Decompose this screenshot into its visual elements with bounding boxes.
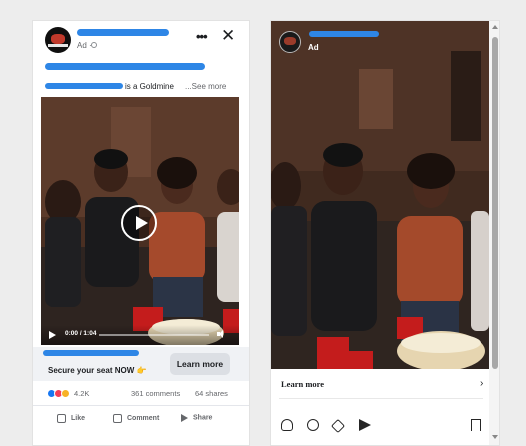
post-image — [271, 21, 489, 369]
comment-icon — [113, 414, 122, 423]
comment-button[interactable]: Comment — [113, 414, 159, 423]
learn-more-button[interactable]: Learn more — [170, 353, 230, 375]
sponsored-label: Ad — [308, 43, 319, 52]
more-options-icon[interactable]: ••• — [196, 29, 208, 44]
scroll-up-icon[interactable] — [492, 25, 498, 29]
comment-icon[interactable] — [307, 419, 319, 431]
send-icon[interactable] — [359, 419, 371, 431]
play-icon[interactable] — [121, 205, 157, 241]
close-icon[interactable]: ✕ — [221, 27, 235, 44]
post-media[interactable]: Ad — [271, 21, 489, 369]
post-header: Ad · ••• ✕ — [33, 21, 249, 57]
chevron-right-icon[interactable]: › — [480, 378, 483, 389]
caption-text: is a Goldmine — [125, 82, 174, 91]
volume-icon[interactable] — [217, 330, 225, 338]
action-bar: Like Comment Share — [33, 405, 249, 434]
share-button[interactable]: Share — [181, 414, 212, 422]
like-label: Like — [71, 415, 86, 422]
video-time: 0:00 / 1:04 — [65, 330, 97, 337]
thumbs-up-icon — [57, 414, 66, 423]
redacted-advertiser-name[interactable] — [309, 31, 379, 37]
advertiser-avatar[interactable] — [279, 31, 301, 53]
redacted-caption-line — [45, 63, 205, 70]
wow-reaction-icon — [61, 389, 70, 398]
share-icon — [181, 414, 188, 422]
redacted-caption-line — [45, 83, 123, 89]
globe-icon — [91, 42, 97, 48]
redacted-headline — [43, 350, 139, 356]
reaction-count[interactable]: 4.2K — [74, 389, 89, 398]
video-controls: 0:00 / 1:04 — [41, 325, 239, 345]
scrollbar-thumb[interactable] — [492, 37, 498, 369]
see-more-link[interactable]: ...See more — [185, 82, 226, 91]
repost-icon[interactable] — [330, 418, 346, 434]
scroll-down-icon[interactable] — [492, 435, 498, 439]
video-player[interactable]: 0:00 / 1:04 — [41, 97, 239, 345]
heart-icon[interactable] — [281, 419, 293, 431]
redacted-advertiser-name[interactable] — [77, 29, 169, 36]
instagram-ad-card: Ad Learn more › — [270, 20, 500, 446]
facebook-ad-card: Ad · ••• ✕ is a Goldmine ...See more 0:0… — [32, 20, 250, 446]
sponsored-label: Ad · — [77, 41, 92, 50]
like-button[interactable]: Like — [57, 414, 85, 423]
save-icon[interactable] — [471, 419, 481, 431]
divider — [279, 398, 483, 399]
cta-bar: Secure your seat NOW 👉 Learn more — [33, 347, 249, 381]
reactions-summary: 4.2K 361 comments 64 shares — [33, 387, 249, 401]
share-label: Share — [193, 414, 213, 422]
comment-label: Comment — [127, 415, 160, 422]
cta-headline: Secure your seat NOW 👉 — [48, 366, 147, 375]
advertiser-avatar[interactable] — [45, 27, 71, 53]
play-small-icon[interactable] — [49, 331, 56, 339]
share-count[interactable]: 64 shares — [195, 389, 228, 398]
comment-count[interactable]: 361 comments — [131, 389, 180, 398]
video-progress-track[interactable] — [99, 334, 209, 336]
learn-more-link[interactable]: Learn more — [281, 379, 324, 389]
